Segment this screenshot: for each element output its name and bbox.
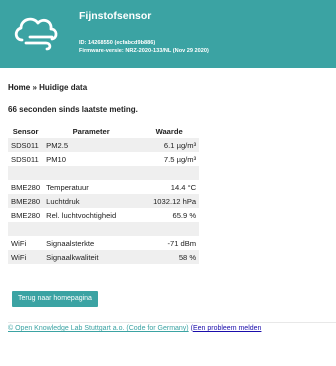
table-row: SDS011 PM2.5 6.1 µg/m³: [8, 138, 200, 152]
cell-parameter: PM2.5: [43, 138, 140, 152]
cell-value: 1032.12 hPa: [139, 194, 200, 208]
cell-value: 58 %: [139, 250, 200, 264]
table-row: WiFi Signaalsterkte -71 dBm: [8, 236, 199, 250]
cell-value: 65.9 %: [172, 210, 197, 220]
cell-parameter: Signaalsterkte: [46, 238, 95, 248]
cell-value: 14.4 °C: [170, 182, 197, 192]
table-separator-row: [8, 166, 200, 180]
cell-parameter: Temperatuur: [46, 182, 89, 192]
breadcrumb-current: Huidige data: [39, 83, 88, 92]
column-header-sensor: Sensor: [12, 126, 39, 136]
back-to-homepage-button[interactable]: Terug naar homepagina: [12, 291, 98, 307]
cloud-wind-icon: [14, 17, 58, 51]
header-bar: Fijnstofsensor ID: 14268550 (ecfabcd9b88…: [0, 0, 336, 68]
sensor-id: ID: 14268550 (ecfabcd9b886): [79, 40, 156, 46]
breadcrumb-home-link[interactable]: Home: [8, 83, 30, 92]
table-row: SDS011 PM10 7.5 µg/m³: [8, 152, 199, 166]
cell-sensor: SDS011: [8, 138, 44, 152]
last-measurement-status: 66 seconden sinds laatste meting.: [8, 105, 138, 114]
column-header-value: Waarde: [155, 126, 183, 136]
table-row: BME280 Temperatuur 14.4 °C: [8, 180, 199, 194]
table-row: BME280 Rel. luchtvochtigheid 65.9 %: [8, 208, 199, 222]
app-title: Fijnstofsensor: [79, 10, 152, 22]
cell-parameter: Signaalkwaliteit: [43, 250, 140, 264]
cell-sensor: WiFi: [8, 250, 44, 264]
credit-link[interactable]: © Open Knowledge Lab Stuttgart a.o. (Cod…: [8, 325, 189, 332]
table-row: WiFi Signaalkwaliteit 58 %: [8, 250, 200, 264]
breadcrumb: Home » Huidige data: [8, 83, 87, 92]
column-header-parameter: Parameter: [72, 126, 110, 136]
cell-sensor: BME280: [11, 182, 41, 192]
footer: © Open Knowledge Lab Stuttgart a.o. (Cod…: [8, 325, 261, 332]
cell-value: -71 dBm: [167, 238, 197, 248]
cell-sensor: BME280: [8, 194, 44, 208]
cell-parameter: Rel. luchtvochtigheid: [46, 210, 117, 220]
cell-parameter: PM10: [46, 154, 66, 164]
footer-divider: [8, 322, 336, 323]
cell-sensor: BME280: [11, 210, 41, 220]
table-separator-row: [8, 222, 200, 236]
cell-sensor: SDS011: [11, 154, 39, 164]
cell-sensor: WiFi: [11, 238, 27, 248]
sensor-data-table: Sensor Parameter Waarde SDS011 PM2.5 6.1…: [8, 124, 200, 264]
cell-parameter: Luchtdruk: [43, 194, 140, 208]
firmware-version: Firmware-versie: NRZ-2020-133/NL (Nov 29…: [79, 48, 209, 54]
table-row: BME280 Luchtdruk 1032.12 hPa: [8, 194, 200, 208]
breadcrumb-separator: »: [30, 83, 40, 92]
cell-value: 6.1 µg/m³: [139, 138, 200, 152]
cell-value: 7.5 µg/m³: [163, 154, 197, 164]
table-header-row: Sensor Parameter Waarde: [8, 124, 199, 138]
report-problem-link[interactable]: Een probleem melden: [193, 325, 262, 332]
